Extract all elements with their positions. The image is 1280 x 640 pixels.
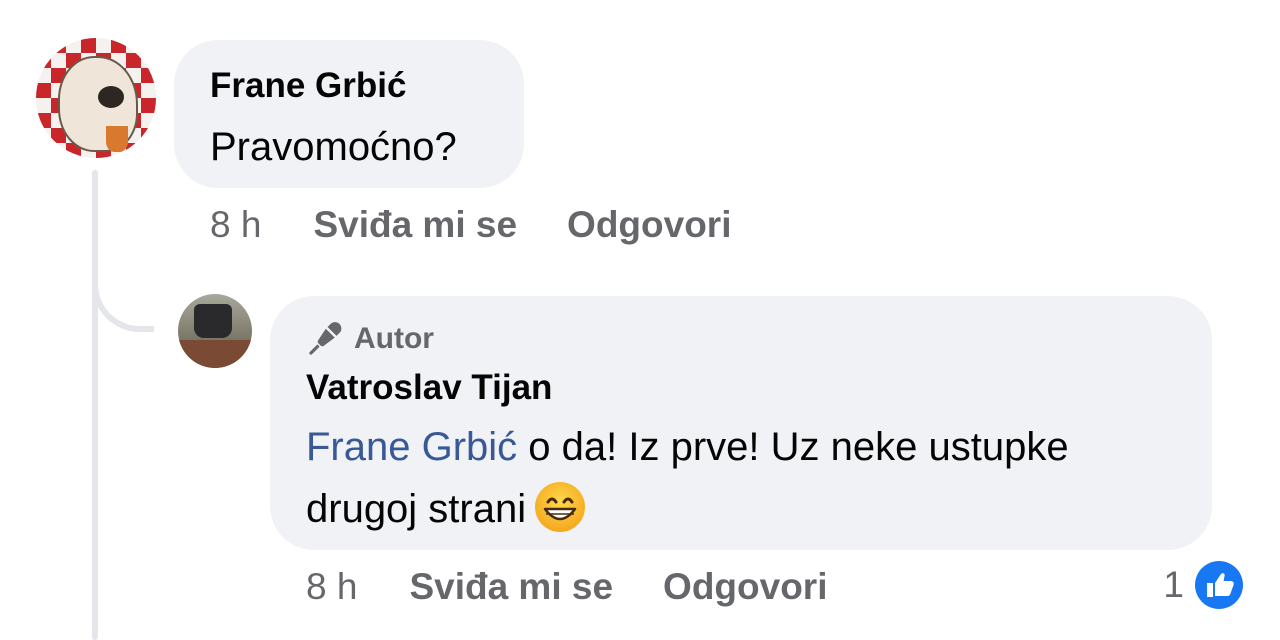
like-button[interactable]: Sviđa mi se	[313, 204, 517, 246]
thread-line	[92, 170, 98, 640]
comment-actions: 8 h Sviđa mi se Odgovori	[210, 204, 782, 246]
reply-button[interactable]: Odgovori	[567, 204, 731, 246]
comment-thread: Frane Grbić Pravomoćno? 8 h Sviđa mi se …	[0, 0, 1280, 640]
thread-line-connector	[92, 270, 154, 332]
mention-link[interactable]: Frane Grbić	[306, 425, 517, 469]
reply-actions: 8 h Sviđa mi se Odgovori	[306, 566, 878, 608]
comment-author-name[interactable]: Frane Grbić	[210, 66, 406, 106]
reply-text-line2: drugoj strani	[306, 478, 586, 540]
comment-text: Pravomoćno?	[210, 125, 457, 169]
reply-text-line1: Frane Grbić o da! Iz prve! Uz neke ustup…	[306, 416, 1069, 478]
author-badge: Autor	[306, 320, 434, 358]
avatar[interactable]	[36, 38, 156, 158]
like-icon	[1195, 561, 1243, 609]
reply-bubble: Autor Vatroslav Tijan Frane Grbić o da! …	[270, 296, 1212, 550]
reply-text-continued: drugoj strani	[306, 487, 527, 531]
avatar-bin	[194, 304, 232, 338]
reply-button[interactable]: Odgovori	[663, 566, 827, 608]
comment-bubble: Frane Grbić Pravomoćno?	[174, 40, 524, 188]
avatar[interactable]	[178, 294, 252, 368]
reply-timestamp[interactable]: 8 h	[306, 566, 357, 608]
microphone-icon	[309, 322, 342, 355]
reactions-summary[interactable]: 1	[1163, 560, 1244, 610]
reply-author-name[interactable]: Vatroslav Tijan	[306, 368, 552, 408]
comment-timestamp[interactable]: 8 h	[210, 204, 261, 246]
grinning-face-emoji-icon	[535, 482, 586, 533]
badge-label: Autor	[354, 322, 434, 355]
reply-text: o da! Iz prve! Uz neke ustupke	[517, 425, 1069, 469]
like-button[interactable]: Sviđa mi se	[409, 566, 613, 608]
reaction-count: 1	[1163, 564, 1184, 605]
